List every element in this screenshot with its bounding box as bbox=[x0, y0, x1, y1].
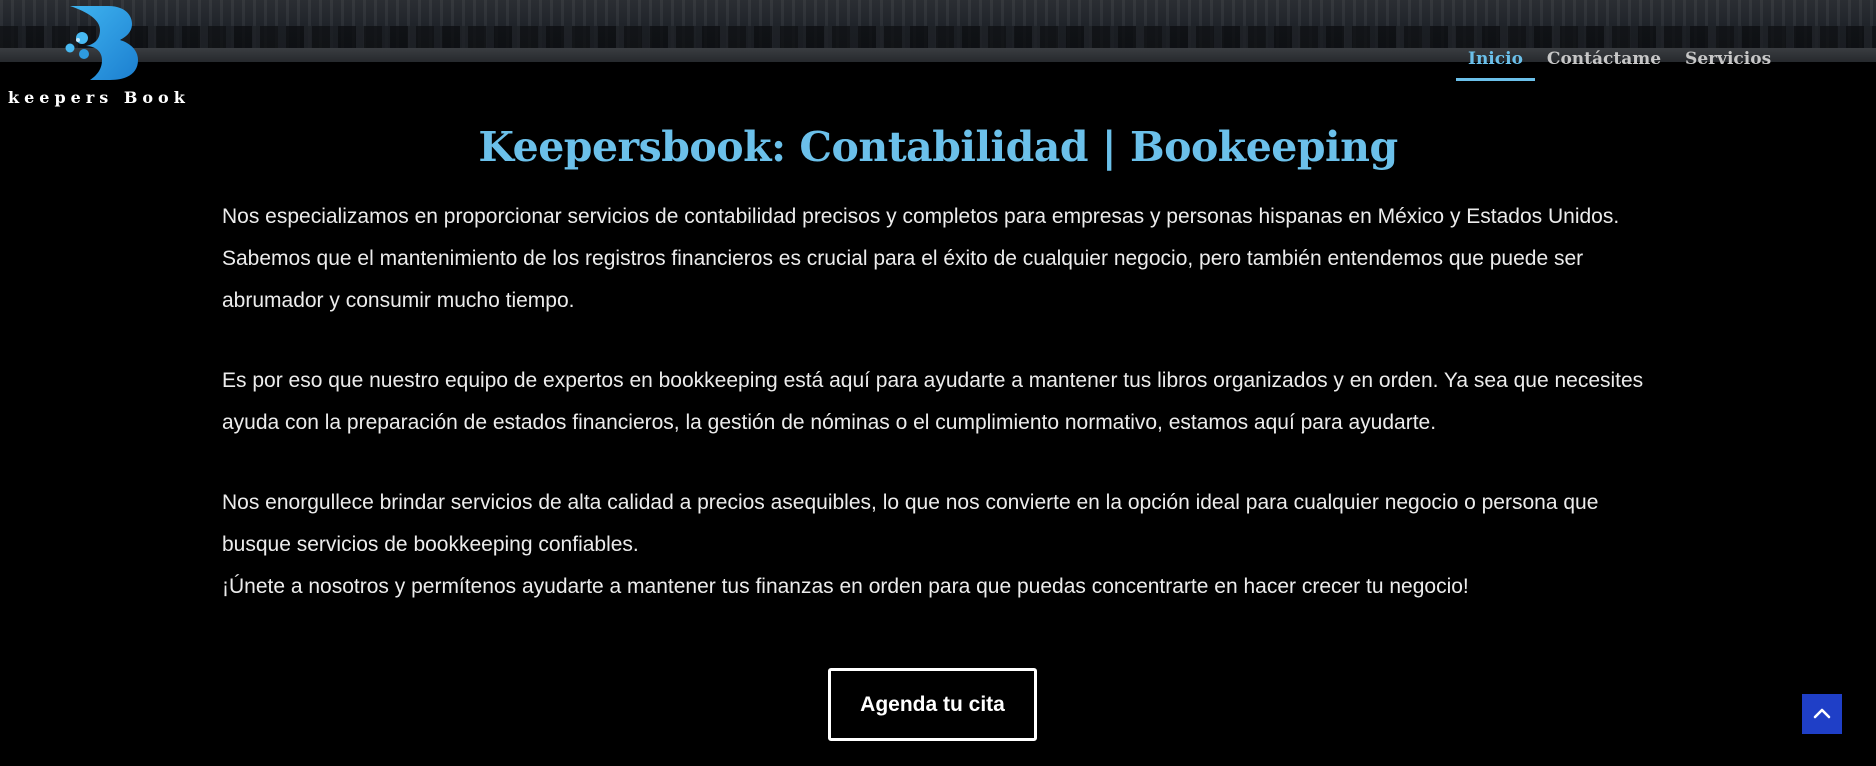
chevron-up-icon bbox=[1813, 708, 1831, 719]
intro-paragraph: Es por eso que nuestro equipo de experto… bbox=[222, 369, 1644, 434]
intro-paragraph: Nos enorgullece brindar servicios de alt… bbox=[222, 491, 1599, 556]
intro-paragraph: ¡Únete a nosotros y permítenos ayudarte … bbox=[222, 575, 1469, 598]
site-logo[interactable]: keepers Book bbox=[6, 2, 196, 110]
nav-item-contactame[interactable]: Contáctame bbox=[1535, 46, 1673, 81]
intro-content: Nos especializamos en proporcionar servi… bbox=[222, 196, 1662, 608]
schedule-appointment-button[interactable]: Agenda tu cita bbox=[828, 668, 1037, 741]
b-logo-icon bbox=[65, 6, 138, 80]
page-title: Keepersbook: Contabilidad | Bookeeping bbox=[478, 123, 1398, 171]
main-nav: Inicio Contáctame Servicios bbox=[1456, 46, 1783, 81]
page: keepers Book Inicio Contáctame Servicios… bbox=[0, 0, 1876, 766]
skyline-decoration bbox=[0, 26, 1876, 48]
nav-item-inicio[interactable]: Inicio bbox=[1456, 46, 1535, 81]
nav-item-servicios[interactable]: Servicios bbox=[1673, 46, 1783, 81]
back-to-top-button[interactable] bbox=[1802, 694, 1842, 734]
intro-paragraph: Nos especializamos en proporcionar servi… bbox=[222, 205, 1620, 312]
logo-wordmark: keepers Book bbox=[8, 88, 190, 107]
